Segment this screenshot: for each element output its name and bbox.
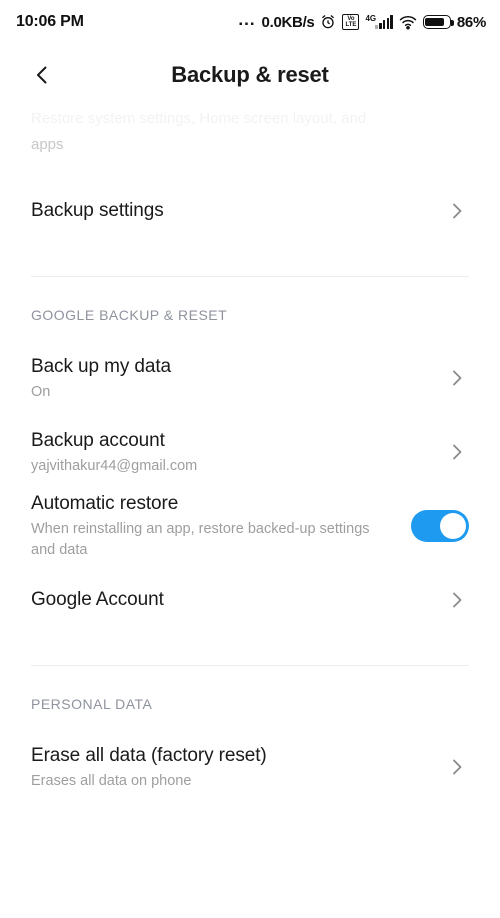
page-title: Backup & reset [171, 62, 329, 87]
list-item-title: Back up my data [31, 355, 172, 377]
network-speed-label: 0.0KB/s [261, 13, 315, 31]
row-text: Back up my data On [31, 354, 431, 403]
chevron-right-icon [445, 755, 469, 779]
list-item-title: Automatic restore [31, 493, 179, 514]
list-item-title: Backup settings [31, 200, 164, 221]
section-header-google-backup-reset: GOOGLE BACKUP & RESET [31, 307, 228, 323]
signal-bars-icon [375, 15, 393, 29]
mobile-signal-icon: 4G [365, 14, 393, 29]
chevron-right-icon [445, 366, 469, 390]
row-text: Backup account yajvithakur44@gmail.com [31, 428, 431, 477]
list-item-title: Google Account [31, 589, 164, 610]
section-header-personal-data: PERSONAL DATA [31, 696, 153, 712]
row-text: Backup settings [31, 198, 431, 224]
mobile-network-label: 4G [365, 14, 377, 23]
chevron-right-icon [445, 199, 469, 223]
back-button[interactable] [20, 53, 64, 97]
battery-percent-label: 86% [456, 13, 486, 31]
list-item-erase-all-data[interactable]: Erase all data (factory reset) Erases al… [0, 730, 500, 804]
list-item-backup-account[interactable]: Backup account yajvithakur44@gmail.com [0, 415, 500, 489]
list-item-automatic-restore[interactable]: Automatic restore When reinstalling an a… [0, 489, 500, 563]
volte-bottom-label: LTE [345, 22, 357, 28]
status-bar-icons: ... 0.0KB/s Vo LTE 4G 86% [238, 9, 486, 31]
automatic-restore-toggle[interactable] [411, 510, 469, 542]
volte-icon: Vo LTE [342, 14, 360, 30]
list-item-subtitle: When reinstalling an app, restore backed… [31, 521, 370, 558]
list-item-google-account[interactable]: Google Account [0, 563, 500, 637]
status-bar: 10:06 PM ... 0.0KB/s Vo LTE 4G 86% [0, 0, 500, 44]
list-item-subtitle: Erases all data on phone [31, 772, 192, 789]
row-text: Erase all data (factory reset) Erases al… [31, 743, 431, 792]
scrolled-partial-text: Restore system settings, Home screen lay… [0, 106, 500, 158]
row-text: Google Account [31, 587, 431, 613]
chevron-right-icon [445, 588, 469, 612]
list-item-subtitle: yajvithakur44@gmail.com [31, 457, 198, 474]
scrolled-partial-line-2: apps [31, 136, 64, 153]
scrolled-partial-line-1: Restore system settings, Home screen lay… [31, 110, 367, 127]
list-item-title: Backup account [31, 429, 165, 451]
back-chevron-icon [37, 66, 47, 84]
wifi-icon [399, 15, 417, 30]
status-bar-clock: 10:06 PM [16, 13, 84, 30]
settings-list: Restore system settings, Home screen lay… [0, 106, 500, 804]
row-text: Automatic restore When reinstalling an a… [31, 491, 395, 561]
app-bar: Backup & reset [0, 44, 500, 106]
alarm-clock-icon [320, 14, 336, 30]
list-item-subtitle: On [31, 383, 51, 400]
list-item-back-up-my-data[interactable]: Back up my data On [0, 341, 500, 415]
list-item-backup-settings[interactable]: Backup settings [0, 174, 500, 248]
chevron-right-icon [445, 440, 469, 464]
network-activity-dots-icon: ... [238, 9, 256, 29]
battery-icon [422, 15, 454, 29]
list-item-title: Erase all data (factory reset) [31, 744, 267, 766]
toggle-knob [440, 513, 466, 539]
